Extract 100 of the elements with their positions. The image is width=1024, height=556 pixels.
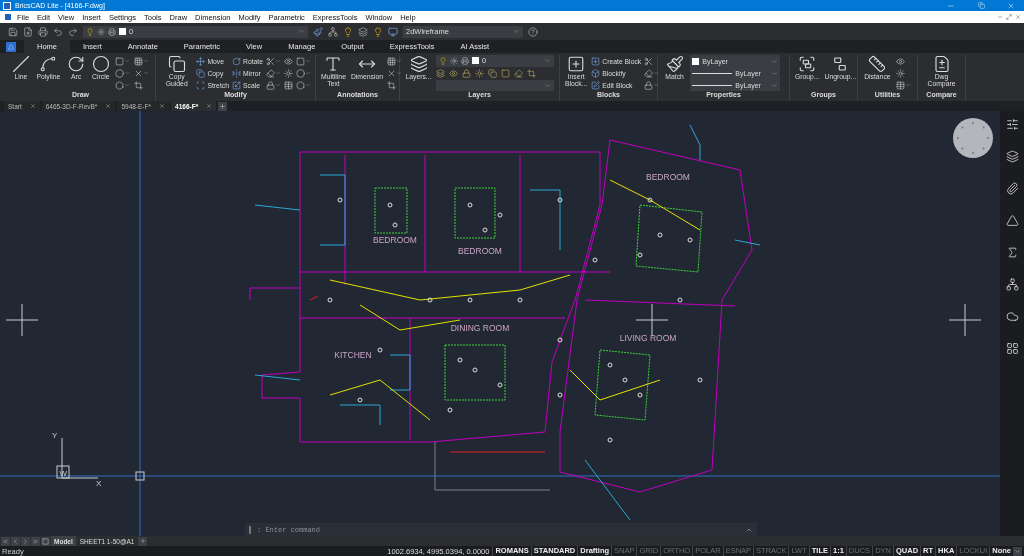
cloud-icon[interactable] — [1005, 310, 1019, 323]
mirror-icon — [231, 68, 241, 78]
square-icon — [296, 56, 305, 66]
tree-icon[interactable] — [1005, 278, 1019, 291]
file-search-icon — [23, 26, 33, 37]
layout-nav-button[interactable] — [11, 536, 20, 546]
status-menu-button[interactable] — [1013, 546, 1022, 556]
layer-tool-icon — [501, 69, 511, 78]
stretch-icon — [196, 80, 206, 90]
eraser-icon — [266, 68, 275, 78]
tool-button[interactable] — [895, 79, 913, 91]
layer-tool-icon — [462, 69, 472, 78]
room-label: BEDROOM — [458, 246, 502, 256]
grid-icon — [134, 56, 144, 66]
layer-tool-icon — [436, 69, 446, 78]
layout-nav-button[interactable] — [41, 536, 50, 546]
circle-icon — [91, 55, 110, 73]
plus-icon — [219, 102, 227, 110]
crosshair-icon — [5, 303, 39, 337]
navigation-wheel-icon[interactable] — [953, 118, 993, 158]
sun-icon — [450, 56, 459, 65]
tool-button[interactable] — [266, 67, 281, 79]
tool-button[interactable] — [387, 55, 403, 67]
tool-button[interactable] — [284, 67, 293, 79]
grid-icon — [387, 56, 397, 66]
room-label: KITCHEN — [334, 350, 372, 360]
square-pen-icon — [591, 80, 601, 90]
layout-nav-button[interactable] — [1, 536, 10, 546]
caret-icon — [544, 81, 552, 89]
triangle-icon — [8, 43, 14, 50]
caret-icon — [1014, 547, 1021, 555]
crosshair-icon — [635, 303, 669, 337]
triangle-icon[interactable] — [1005, 214, 1019, 227]
arc-icon — [67, 55, 86, 73]
square-plus-icon — [591, 56, 601, 66]
restore-icon — [977, 2, 985, 9]
table-icon — [284, 80, 293, 90]
bulb-icon — [343, 26, 353, 37]
brush-icon — [313, 26, 323, 37]
caret-icon — [513, 28, 520, 35]
tool-button[interactable] — [296, 55, 311, 67]
layer-tool-icon — [475, 69, 485, 78]
polyline-icon — [39, 55, 58, 73]
new-tab-button[interactable] — [218, 101, 228, 111]
text-icon — [324, 55, 343, 73]
close-icon — [105, 103, 112, 109]
new-layout-button[interactable] — [138, 536, 148, 546]
x-icon — [134, 68, 144, 78]
close-icon — [1007, 1, 1015, 10]
close-icon — [206, 103, 213, 109]
print-icon — [38, 26, 48, 37]
layer-tool-icon — [449, 69, 459, 78]
lock-icon — [644, 80, 654, 90]
line-icon — [11, 55, 30, 73]
layout-nav-button[interactable] — [31, 536, 40, 546]
copy-icon — [196, 68, 206, 78]
x-icon — [387, 68, 397, 78]
undo-icon — [53, 26, 63, 37]
grid-icon[interactable] — [1005, 342, 1019, 355]
tool-button[interactable] — [296, 79, 311, 91]
paperclip-icon[interactable] — [1005, 182, 1019, 195]
circle-icon — [296, 68, 305, 78]
eye-icon — [284, 56, 293, 66]
viewport-icon — [388, 26, 398, 37]
layers-icon[interactable] — [1005, 150, 1019, 163]
minimize-icon — [997, 14, 1003, 20]
sun-icon — [284, 68, 293, 78]
previous-icon — [12, 537, 19, 545]
layout-nav-button[interactable] — [21, 536, 30, 546]
plus-icon — [139, 538, 146, 544]
app-menu-button[interactable] — [6, 41, 16, 52]
tool-button[interactable] — [644, 79, 660, 91]
tool-button[interactable] — [644, 67, 660, 79]
room-label: BEDROOM — [373, 235, 417, 245]
tool-button[interactable] — [284, 79, 293, 91]
tool-button[interactable] — [266, 55, 281, 67]
axis-label: X — [96, 479, 102, 488]
tool-button[interactable] — [134, 55, 151, 67]
crop-icon — [387, 80, 397, 90]
tool-button[interactable] — [114, 55, 132, 67]
printer-icon — [461, 56, 470, 65]
line-sample — [692, 84, 733, 86]
sliders-icon[interactable] — [1005, 118, 1019, 131]
layer-tool-icon — [488, 69, 498, 78]
crosshair-icon — [948, 303, 982, 337]
caret-icon — [298, 28, 305, 35]
crop-icon — [134, 80, 144, 90]
layer-tool-icon — [527, 69, 537, 78]
axis-label: Y — [52, 431, 58, 440]
eye-icon — [895, 56, 905, 66]
table-icon — [895, 80, 905, 90]
tool-button[interactable] — [266, 79, 281, 91]
next-icon — [22, 537, 29, 545]
sun-icon — [97, 27, 105, 36]
tool-button[interactable] — [114, 67, 132, 79]
room-label: BEDROOM — [646, 172, 690, 182]
tool-button[interactable] — [284, 55, 293, 67]
room-label: LIVING ROOM — [619, 333, 677, 343]
tool-button[interactable] — [114, 79, 132, 91]
tool-button[interactable] — [296, 67, 311, 79]
